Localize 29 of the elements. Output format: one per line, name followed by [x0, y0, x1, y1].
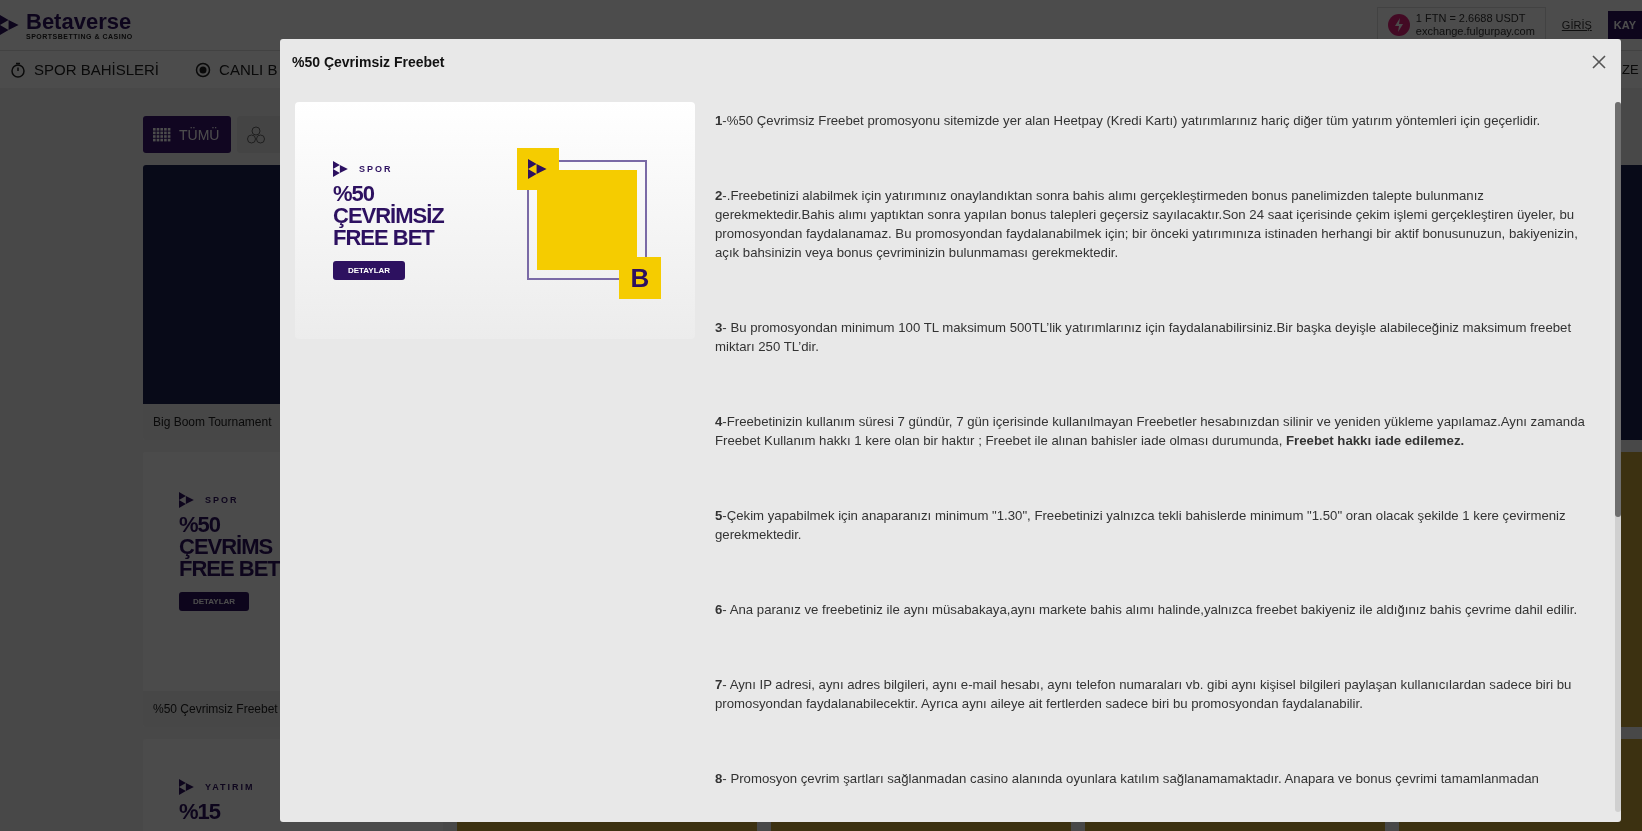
nav-item[interactable]: ZE [1622, 62, 1642, 77]
play-logo-icon [528, 159, 548, 179]
banner-tag: YATIRIM [205, 782, 255, 792]
nav-label: CANLI B [219, 61, 278, 78]
banner-headline: %50 [333, 181, 375, 206]
rule-paragraph: 1-%50 Çevrimsiz Freebet promosyonu sitemizde yer alan Heetpay (Kredi Kartı) yatırımlarınız hariç diğer tüm yatırım yöntemleri için geçerlidir. [715, 112, 1542, 130]
nav-label: SPOR BAHİSLERİ [34, 61, 160, 78]
rule-paragraph: 2-.Freebetinizi alabilmek için yatırımınız onaylandıktan sonra bahis alımı gerçekleştirmeden bonus panelimizden talepte bulunmanız gerekmektedir.Bahis alımı yaptıktan sonra yapılan bonus talepleri geçersiz sayılacaktır.Son 24 saat içerisinde çekim işlemi gerçekleştiren üyeler, bu promosyondan faydalanamaz. Bu promosyondan faydalanabilmek için; bir önceki yatırımınıza istinaden herhangi bir aktif bonusunuzun, bakiyenizin, açık bahsinizin veya bonus çevriminizin bulunmaması gerekmektedir. [715, 187, 1579, 262]
banner-headline: ÇEVRİMS [179, 534, 273, 559]
rule-paragraph: 7- Aynı IP adresi, aynı adres bilgileri, aynı e-mail hesabı, aynı telefon numaraları vb. gibi aynı kişisel bilgileri paylaşan kullanıcılardan sadece biri bu promosyondan faydalanabilecektir. Ayrıca aynı aileye ait fertlerden sadece biri bu promosyondan faydalanabilir. [715, 676, 1573, 713]
banner-tag: SPOR [359, 164, 393, 174]
banner-headline: %50 [179, 512, 221, 537]
rule-paragraph: 8- Promosyon çevrim şartları sağlanmadan casino alanında oyunlara katılım sağlanamamaktadır. Anapara ve bonus çevrimi tamamlanmadan [715, 770, 1540, 788]
details-button[interactable]: DETAYLAR [333, 261, 405, 280]
banner-tag: SPOR [205, 495, 239, 505]
rule-paragraph: 4-Freebetinizin kullanım süresi 7 gündür, 7 gün içerisinde kullanılmayan Freebetler hesabınızdan silinir ve yeniden yükleme yapılamaz.Aynı zamanda Freebet Kullanım hakkı 1 kere olan bir haktır ; Freebet ile alınan bahisler iade olması durumunda, Freebet hakkı iade edilemez. [715, 413, 1586, 450]
login-link[interactable]: GİRİŞ [1561, 19, 1592, 31]
dialog-title: %50 Çevrimsiz Freebet [292, 54, 445, 70]
banner-headline: ÇEVRİMSİZ [333, 203, 444, 228]
banner-headline: %15 [179, 799, 221, 824]
scrollbar[interactable] [1615, 102, 1621, 812]
rule-paragraph: 6- Ana paranız ve freebetiniz ile aynı müsabakaya,aynı markete bahis alımı halinde,yalnızca freebet bakiyeniz ile aldığınız bahis çevrime dahil edilir. [715, 601, 1579, 619]
rule-paragraph: 3- Bu promosyondan minimum 100 TL maksimum 500TL’lik yatırımlarınız için faydalanabilirsiniz.Bir başka deyişle alabileceğiniz maksimum freebet miktarı 250 TL’dir. [715, 319, 1573, 356]
logo-text[interactable]: Betaverse [26, 10, 133, 33]
rule-paragraph: 5-Çekim yapabilmek için anaparanızı minimum "1.30", Freebetinizi yalnızca tekli bahislerde minimum "1.50" oran olacak şekilde 1 kere çevirmeniz gerekmektedir. [715, 507, 1567, 544]
scrollbar-thumb[interactable] [1615, 102, 1621, 517]
play-logo-icon [333, 161, 349, 177]
logo-badge: B [619, 257, 661, 299]
exchange-source: exchange.fulgurpay.com [1415, 25, 1535, 39]
